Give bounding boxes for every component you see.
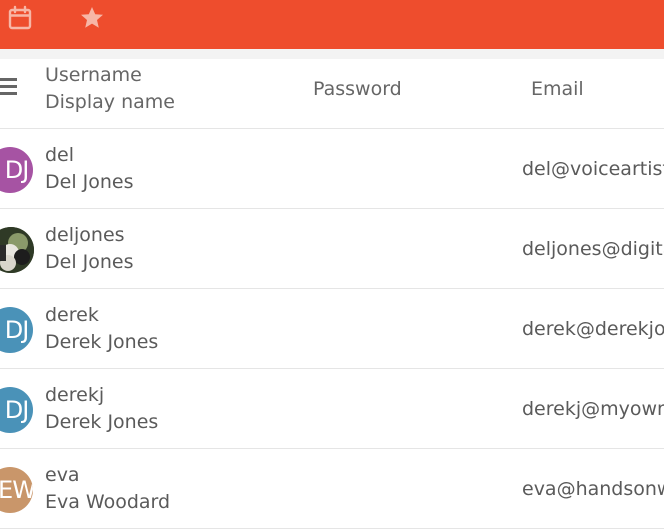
username: del xyxy=(45,144,75,166)
table-row[interactable]: DJ derekj Derek Jones derekj@myownk xyxy=(0,369,664,449)
table-row[interactable]: DJ del Del Jones del@voiceartist xyxy=(0,129,664,209)
avatar: DJ xyxy=(0,307,33,353)
email: derekj@myownk xyxy=(522,398,664,420)
header-password[interactable]: Password xyxy=(313,76,402,103)
avatar-initials: DJ xyxy=(4,396,30,424)
username: derekj xyxy=(45,384,105,406)
table-header: Username Display name Password Email xyxy=(0,49,664,129)
table-row[interactable]: DJ derek Derek Jones derek@derekjor xyxy=(0,289,664,369)
username: derek xyxy=(45,304,99,326)
header-username[interactable]: Username xyxy=(45,62,142,89)
table-row[interactable]: EW eva Eva Woodard eva@handsonw xyxy=(0,449,664,529)
header-display-name[interactable]: Display name xyxy=(45,89,175,116)
avatar: EW xyxy=(0,467,33,513)
avatar: DJ xyxy=(0,147,33,193)
top-toolbar xyxy=(0,0,664,49)
header-email[interactable]: Email xyxy=(531,76,584,103)
email: deljones@digita xyxy=(522,238,664,260)
display-name: Derek Jones xyxy=(45,331,159,353)
display-name: Eva Woodard xyxy=(45,491,171,513)
username: eva xyxy=(45,464,80,486)
avatar-photo xyxy=(0,227,34,273)
avatar xyxy=(0,227,34,273)
email: derek@derekjor xyxy=(522,318,664,340)
email: eva@handsonw xyxy=(522,478,664,500)
display-name: Del Jones xyxy=(45,251,134,273)
avatar-initials: DJ xyxy=(4,316,30,344)
calendar-icon[interactable] xyxy=(6,4,34,32)
display-name: Del Jones xyxy=(45,171,134,193)
username: deljones xyxy=(45,224,125,246)
table-row[interactable]: deljones Del Jones deljones@digita xyxy=(0,209,664,289)
avatar-initials: DJ xyxy=(4,156,30,184)
display-name: Derek Jones xyxy=(45,411,159,433)
email: del@voiceartist xyxy=(522,158,664,180)
menu-icon[interactable] xyxy=(0,78,18,95)
star-icon[interactable] xyxy=(78,4,106,32)
avatar: DJ xyxy=(0,387,33,433)
